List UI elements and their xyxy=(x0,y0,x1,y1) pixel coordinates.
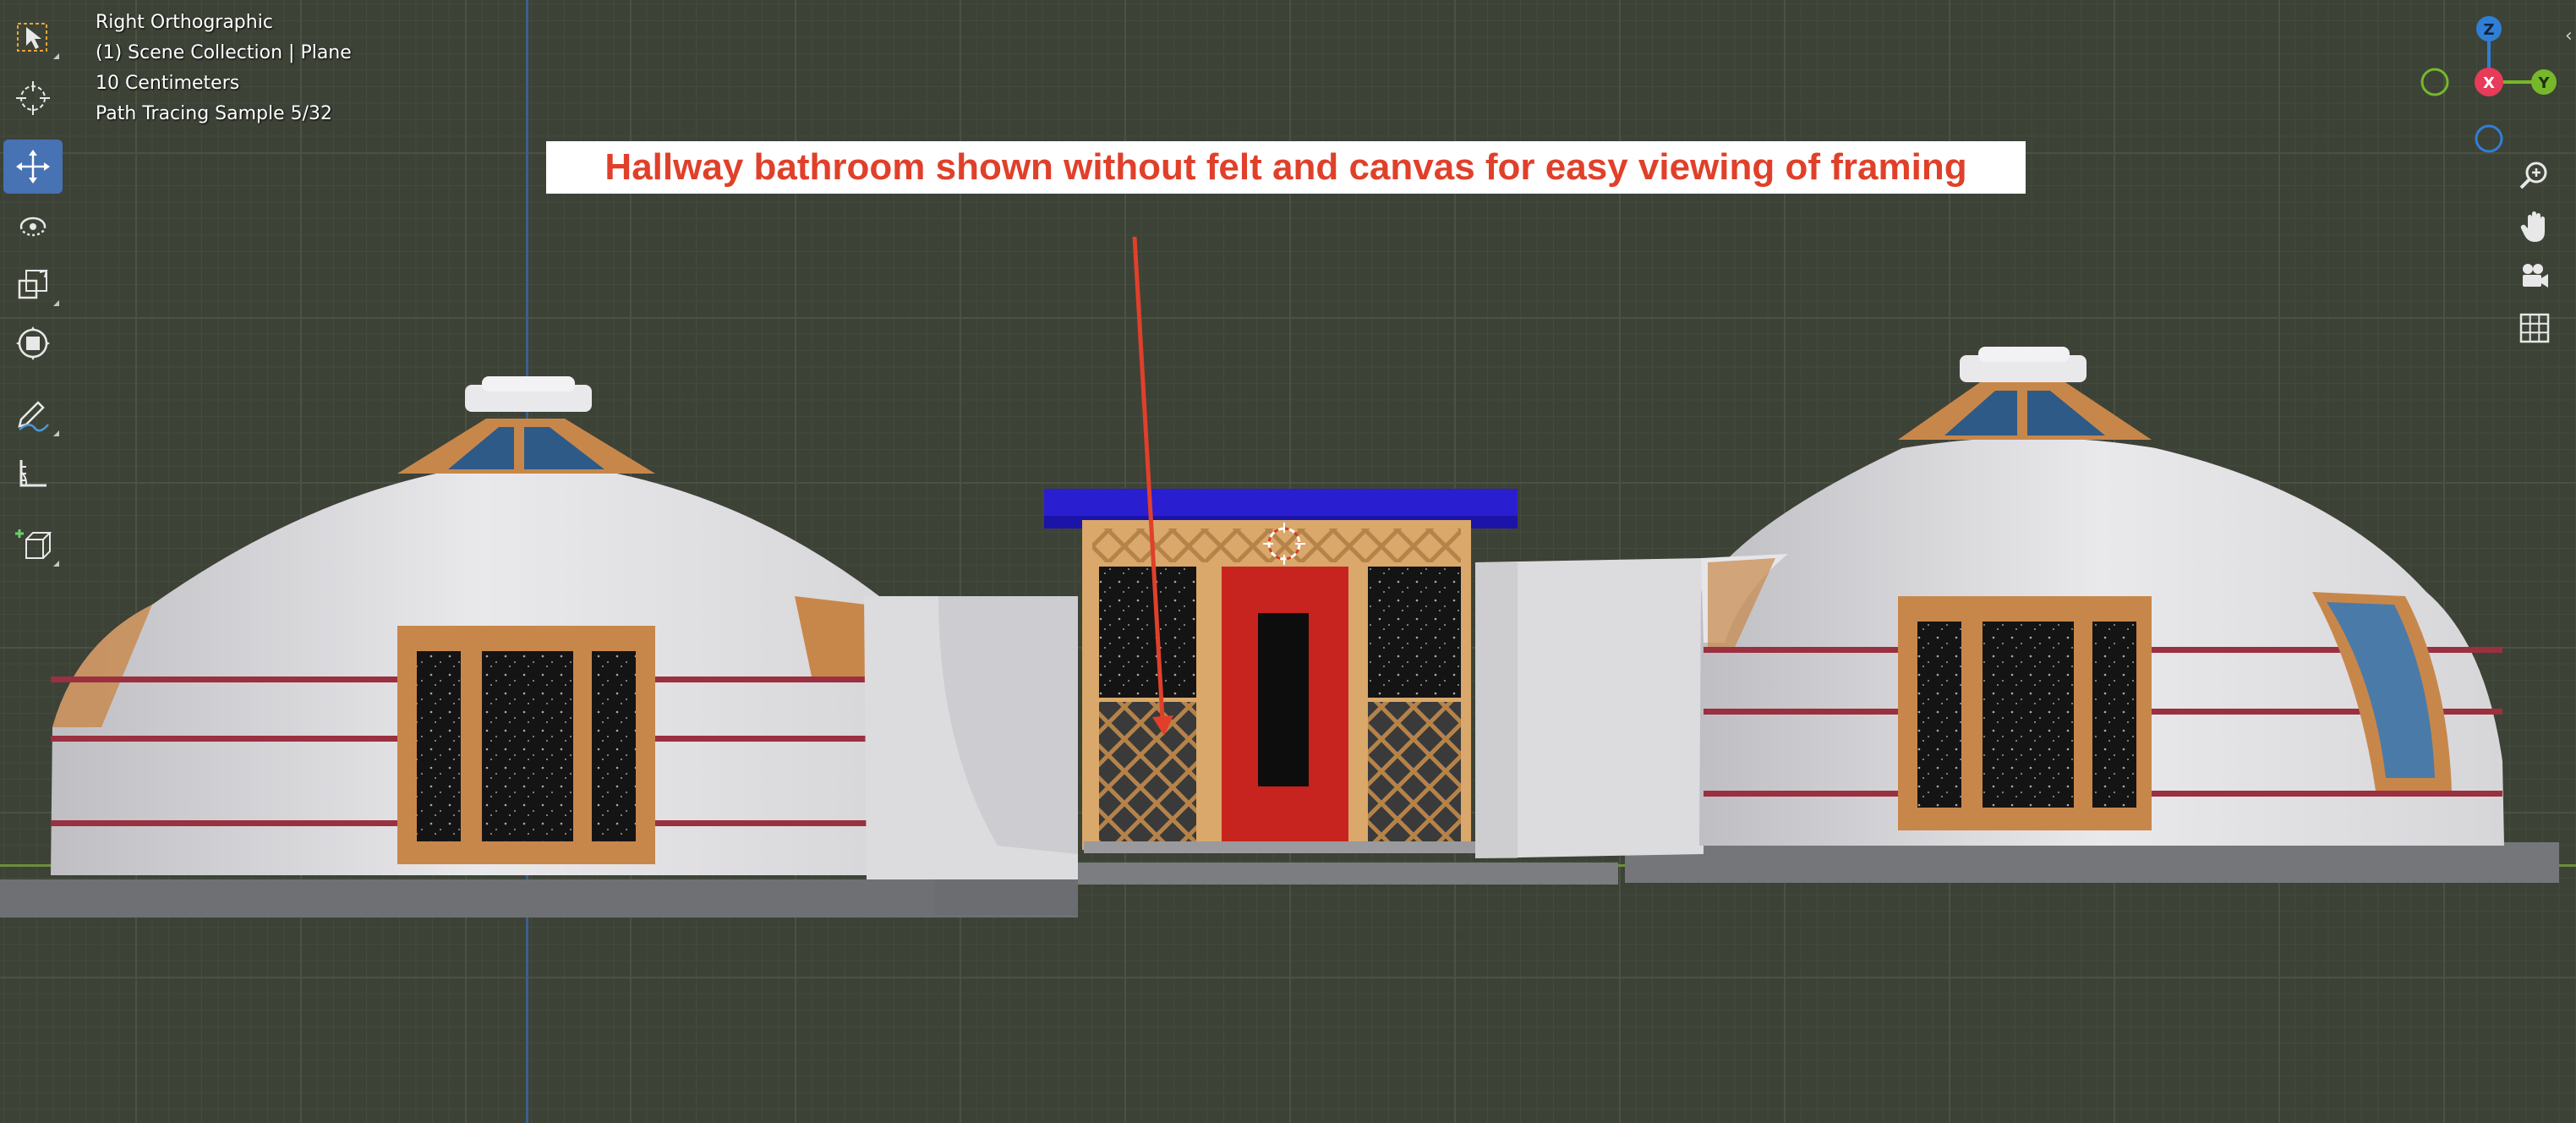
measure-icon xyxy=(19,460,46,487)
select-box-tool[interactable] xyxy=(3,10,63,64)
pan-hand-icon xyxy=(2520,211,2545,242)
measure-tool[interactable] xyxy=(3,446,63,501)
annotate-icon xyxy=(18,401,49,432)
add-cube-icon xyxy=(15,529,52,559)
gizmo-y-label: Y xyxy=(2537,74,2550,92)
sidebar-toggle-chevron-icon[interactable]: ‹ xyxy=(2565,25,2573,47)
collection-label: (1) Scene Collection | Plane xyxy=(96,42,352,63)
scale-icon xyxy=(18,269,48,299)
ortho-toggle-button[interactable] xyxy=(2511,304,2558,352)
rotate-tool[interactable] xyxy=(3,198,63,252)
ground-slab-left xyxy=(0,879,1078,918)
view-name: Right Orthographic xyxy=(96,12,273,33)
annotation-label: Hallway bathroom shown without felt and … xyxy=(546,141,2026,194)
navigation-gizmo[interactable]: Z Y X xyxy=(2411,12,2563,156)
grid-view-icon xyxy=(2519,313,2550,343)
left-yurt xyxy=(51,376,913,875)
add-cube-tool[interactable] xyxy=(3,518,63,572)
annotate-tool[interactable] xyxy=(3,387,63,441)
select-box-icon xyxy=(17,23,47,52)
transform-icon xyxy=(16,326,50,360)
scale-tool[interactable] xyxy=(3,257,63,311)
gizmo-z-label: Z xyxy=(2483,21,2494,39)
rotate-icon xyxy=(19,216,46,237)
ground-slab-center xyxy=(1064,863,1618,885)
zoom-button[interactable] xyxy=(2511,152,2558,200)
cursor-icon xyxy=(16,81,50,115)
grid-scale-label: 10 Centimeters xyxy=(96,73,240,94)
move-tool[interactable] xyxy=(3,140,63,194)
ground-slab-right xyxy=(1625,842,2559,883)
gizmo-x-label: X xyxy=(2483,74,2495,92)
render-status: Path Tracing Sample 5/32 xyxy=(96,103,333,124)
camera-icon xyxy=(2523,264,2548,288)
3d-viewport[interactable]: Right Orthographic (1) Scene Collection … xyxy=(0,0,2576,1123)
transform-tool[interactable] xyxy=(3,316,63,370)
camera-view-button[interactable] xyxy=(2511,254,2558,301)
pan-button[interactable] xyxy=(2511,203,2558,250)
move-icon xyxy=(16,150,50,184)
hallway-bathroom-frame xyxy=(1044,489,1518,853)
cursor-tool[interactable] xyxy=(3,71,63,125)
zoom-icon xyxy=(2519,162,2547,189)
right-yurt xyxy=(1699,347,2504,846)
